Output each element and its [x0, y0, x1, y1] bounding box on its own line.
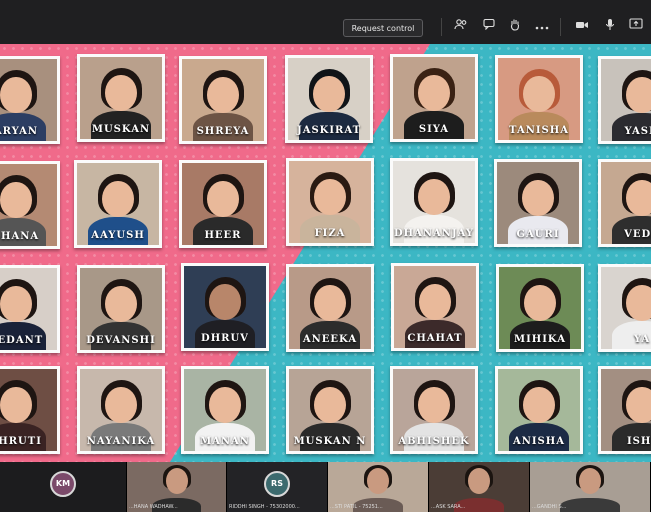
- student-name: MANAN: [200, 436, 250, 447]
- student-name: TANISHA: [509, 125, 569, 136]
- student-tile: MANAN: [181, 366, 269, 454]
- student-name: NAYANIKA: [86, 436, 156, 447]
- student-name: ISHI: [626, 436, 651, 447]
- student-name: MIHIKA: [514, 334, 566, 345]
- participant-tile[interactable]: RS RIDDHI SINGH - 75302000...: [227, 462, 328, 512]
- participant-name: ...HANA WADHAW...: [129, 504, 178, 510]
- student-tile: ANISHA: [495, 366, 583, 454]
- share-screen-icon[interactable]: [627, 18, 645, 36]
- student-tile: YA: [598, 264, 651, 352]
- participant-strip: KM ...HANA WADHAW... RS RIDDHI SINGH - 7…: [0, 462, 651, 512]
- avatar: KM: [50, 471, 76, 497]
- raise-hand-icon[interactable]: [506, 18, 524, 36]
- participant-name: ...ASK SARA...: [431, 504, 466, 510]
- participant-tile[interactable]: ...ASK SARA...: [429, 462, 530, 512]
- student-name: YA: [633, 334, 651, 345]
- camera-icon[interactable]: [573, 18, 591, 36]
- student-name: SIYA: [418, 124, 450, 135]
- student-tile: SHREYA: [179, 56, 267, 144]
- student-tile: ANEEKA: [286, 264, 374, 352]
- student-name: MUSKAN N: [293, 436, 367, 447]
- student-tile: DHRUV: [181, 263, 269, 351]
- student-tile: CHAHAT: [391, 263, 479, 351]
- participant-name: RIDDHI SINGH - 75302000...: [229, 504, 300, 510]
- student-tile: ARYAN: [0, 56, 60, 144]
- participant-tile[interactable]: ...STI PATIL - 75251...: [328, 462, 429, 512]
- student-tile: ABHISHEK: [390, 366, 478, 454]
- student-name: VEDA: [624, 229, 651, 240]
- student-name: SHRUTI: [0, 436, 42, 447]
- student-name: JASKIRAT: [296, 125, 362, 136]
- student-tile: MUSKAN N: [286, 366, 374, 454]
- toolbar-divider: [560, 18, 561, 36]
- student-tile: JASKIRAT: [285, 55, 373, 143]
- participant-tile[interactable]: ...GANDHI S...: [530, 462, 651, 512]
- student-tile: MIHIKA: [496, 264, 584, 352]
- student-tile: SHRUTI: [0, 366, 60, 454]
- student-name: ANISHA: [512, 436, 565, 447]
- avatar: RS: [264, 471, 290, 497]
- student-name: FIZA: [314, 228, 346, 239]
- toolbar-divider: [441, 18, 442, 36]
- student-tile: VEDA: [598, 159, 651, 247]
- student-name: VEDANT: [0, 335, 44, 346]
- people-icon[interactable]: [452, 18, 470, 36]
- student-tile: DEVANSHI: [77, 265, 165, 353]
- student-tile: NAYANIKA: [77, 366, 165, 454]
- microphone-icon[interactable]: [601, 18, 619, 36]
- student-name: DHANANJAY: [393, 228, 475, 239]
- student-tile: SHANA: [0, 161, 60, 249]
- student-name: ARYAN: [0, 126, 39, 137]
- student-tile: SIYA: [390, 54, 478, 142]
- student-tile: DHANANJAY: [390, 158, 478, 246]
- student-tile: FIZA: [286, 158, 374, 246]
- student-name: HEER: [204, 230, 242, 241]
- student-tile: ISHI: [598, 366, 651, 454]
- student-name: GAURI: [516, 229, 560, 240]
- meeting-toolbar: Request control: [0, 0, 651, 44]
- student-tile: YASH: [598, 56, 651, 144]
- student-name: YASH: [624, 126, 651, 137]
- student-tile: VEDANT: [0, 265, 60, 353]
- student-name: SHREYA: [196, 126, 250, 137]
- participant-name: ...GANDHI S...: [532, 504, 567, 510]
- student-name: ANEEKA: [302, 334, 358, 345]
- participant-name: ...STI PATIL - 75251...: [330, 504, 383, 510]
- student-name: SHANA: [0, 231, 40, 242]
- student-tile: GAURI: [494, 159, 582, 247]
- student-name: ABHISHEK: [398, 436, 470, 447]
- student-name: DHRUV: [201, 333, 249, 344]
- student-name: AAYUSH: [91, 230, 145, 241]
- shared-screen: ARYAN MUSKAN SHREYA JASKIRAT SIYA TANISH…: [0, 44, 651, 462]
- student-name: CHAHAT: [407, 333, 463, 344]
- student-tile: HEER: [179, 160, 267, 248]
- participant-tile[interactable]: ...HANA WADHAW...: [127, 462, 227, 512]
- student-name: MUSKAN: [91, 124, 151, 135]
- request-control-button[interactable]: Request control: [343, 19, 423, 37]
- student-tile: MUSKAN: [77, 54, 165, 142]
- participant-tile[interactable]: KM: [0, 462, 127, 512]
- chat-icon[interactable]: [480, 18, 498, 36]
- student-tile: TANISHA: [495, 55, 583, 143]
- more-icon[interactable]: [533, 18, 551, 36]
- student-name: DEVANSHI: [86, 335, 156, 346]
- student-tile: AAYUSH: [74, 160, 162, 248]
